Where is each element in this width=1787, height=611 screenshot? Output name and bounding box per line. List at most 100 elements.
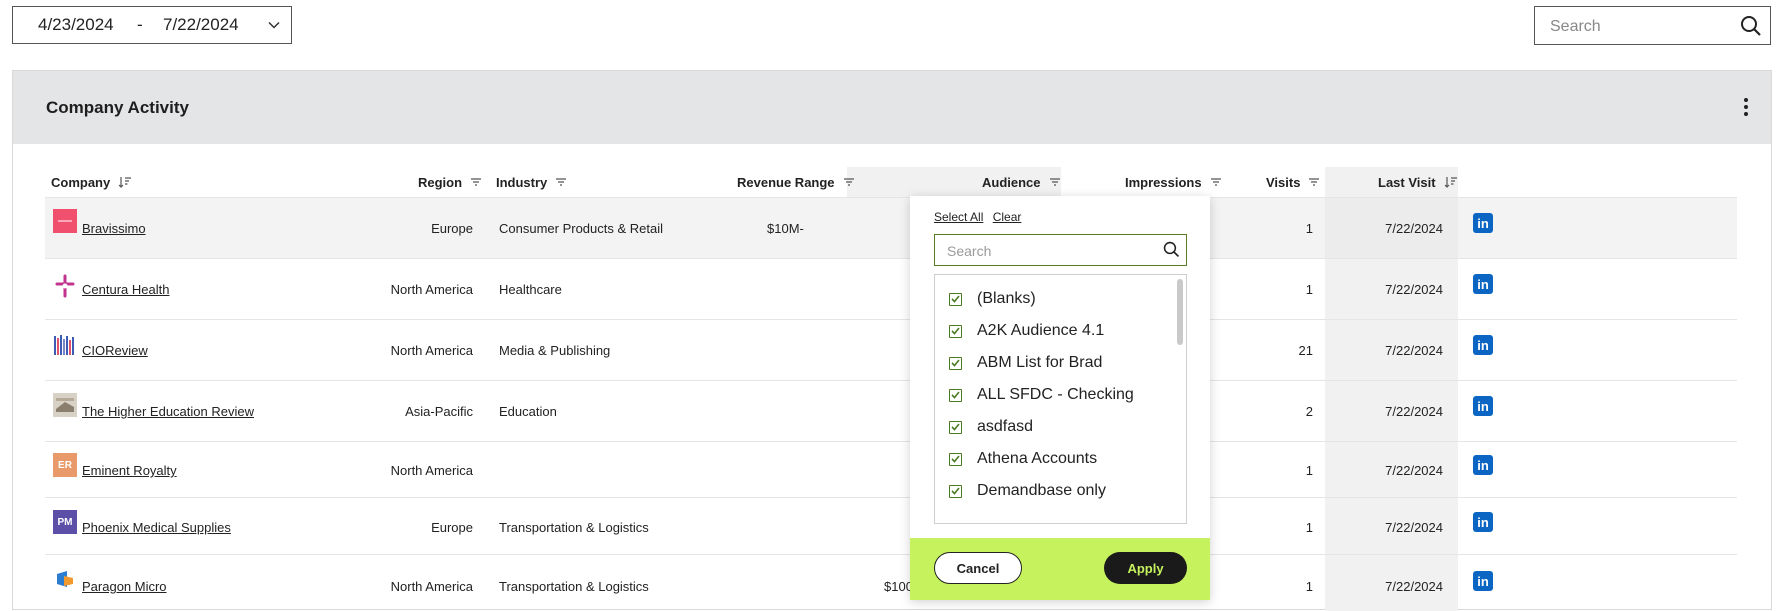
linkedin-icon[interactable]: in	[1473, 335, 1493, 355]
filter-option[interactable]: ABM List for Brad	[949, 354, 1102, 372]
checkbox-checked-icon[interactable]	[949, 484, 962, 498]
filter-icon[interactable]	[555, 177, 567, 187]
row-divider	[45, 380, 1737, 381]
apply-button[interactable]: Apply	[1104, 552, 1187, 584]
date-start: 4/23/2024	[38, 15, 114, 34]
filter-option-label: ALL SFDC - Checking	[977, 386, 1134, 403]
column-header-revenue[interactable]: Revenue Range	[737, 167, 855, 197]
search-input[interactable]	[1535, 7, 1752, 46]
column-header-region[interactable]: Region	[418, 167, 482, 197]
company-logo	[53, 239, 77, 263]
last-visit-cell: 7/22/2024	[1385, 282, 1443, 297]
company-activity-card: Company Activity Company Region Industry…	[12, 70, 1772, 611]
company-logo	[53, 568, 77, 592]
industry-cell: Consumer Products & Retail	[499, 221, 664, 236]
region-cell: Europe	[431, 221, 473, 236]
checkbox-checked-icon[interactable]	[949, 388, 962, 402]
industry-cell: Education	[499, 404, 557, 419]
clear-link[interactable]: Clear	[993, 210, 1022, 224]
region-cell: North America	[390, 463, 473, 478]
sort-icon[interactable]	[1444, 176, 1458, 188]
filter-option[interactable]: Demandbase only	[949, 482, 1106, 500]
last-visit-cell: 7/22/2024	[1385, 221, 1443, 236]
company-name-link[interactable]: The Higher Education Review	[82, 404, 254, 419]
column-header-audience[interactable]: Audience	[982, 167, 1061, 197]
company-name-link[interactable]: Bravissimo	[82, 221, 146, 236]
global-search[interactable]	[1534, 6, 1771, 46]
visits-cell: 2	[1305, 404, 1313, 419]
filter-option[interactable]: A2K Audience 4.1	[949, 322, 1104, 340]
filter-icon[interactable]	[843, 177, 855, 187]
row-divider	[45, 497, 1737, 498]
industry-cell: Media & Publishing	[499, 343, 611, 358]
more-options-icon[interactable]	[1743, 97, 1749, 122]
sort-icon[interactable]	[118, 176, 132, 188]
region-cell: Europe	[431, 520, 473, 535]
linkedin-icon[interactable]: in	[1473, 512, 1493, 532]
company-name-link[interactable]: CIOReview	[82, 343, 148, 358]
last-visit-cell: 7/22/2024	[1385, 343, 1443, 358]
filter-icon[interactable]	[1308, 177, 1320, 187]
column-header-last-visit[interactable]: Last Visit	[1378, 167, 1458, 197]
company-logo: PM	[53, 510, 77, 534]
visits-cell: 1	[1305, 520, 1313, 535]
checkbox-checked-icon[interactable]	[949, 324, 962, 338]
filter-option[interactable]: (Blanks)	[949, 290, 1036, 308]
filter-option-label: Athena Accounts	[977, 450, 1098, 467]
date-end: 7/22/2024	[163, 15, 239, 34]
company-name-link[interactable]: Centura Health	[82, 282, 169, 297]
chevron-down-icon[interactable]	[267, 17, 281, 37]
row-divider	[45, 319, 1737, 320]
filter-icon[interactable]	[1049, 177, 1061, 187]
visits-cell: 1	[1305, 463, 1313, 478]
company-name-link[interactable]: Phoenix Medical Supplies	[82, 520, 231, 535]
search-icon[interactable]	[1740, 15, 1762, 42]
checkbox-checked-icon[interactable]	[949, 420, 962, 434]
audience-filter-popup: Select All Clear (Blanks) A2K Audience 4…	[910, 196, 1210, 600]
filter-icon[interactable]	[1210, 177, 1222, 187]
checkbox-checked-icon[interactable]	[949, 292, 962, 306]
visits-cell: 21	[1298, 343, 1313, 358]
filter-options-list[interactable]: (Blanks) A2K Audience 4.1 ABM List for B…	[934, 274, 1187, 524]
company-name-link[interactable]: Eminent Royalty	[82, 463, 177, 478]
filter-option-label: Demandbase only	[977, 482, 1106, 499]
filter-option[interactable]: ALL SFDC - Checking	[949, 386, 1134, 404]
column-header-visits[interactable]: Visits	[1266, 167, 1320, 197]
filter-quick-actions: Select All Clear	[934, 210, 1027, 224]
date-range-picker[interactable]: 4/23/2024 - 7/22/2024	[12, 6, 292, 44]
visits-cell: 1	[1305, 282, 1313, 297]
filter-search-input[interactable]	[935, 235, 1164, 267]
filter-option[interactable]: Athena Accounts	[949, 450, 1097, 468]
cancel-button[interactable]: Cancel	[934, 552, 1022, 584]
linkedin-icon[interactable]: in	[1473, 274, 1493, 294]
company-logo	[53, 393, 77, 417]
linkedin-icon[interactable]: in	[1473, 571, 1493, 591]
region-cell: Asia-Pacific	[405, 404, 473, 419]
company-name-link[interactable]: Paragon Micro	[82, 579, 167, 594]
filter-option-label: ABM List for Brad	[977, 354, 1103, 371]
column-header-company[interactable]: Company	[51, 167, 132, 197]
last-visit-cell: 7/22/2024	[1385, 520, 1443, 535]
filter-search[interactable]	[934, 234, 1187, 267]
company-logo	[53, 333, 77, 357]
visits-cell: 1	[1305, 579, 1313, 594]
checkbox-checked-icon[interactable]	[949, 452, 962, 466]
filter-icon[interactable]	[470, 177, 482, 187]
visits-cell: 1	[1305, 221, 1313, 236]
company-logo: ER	[53, 453, 77, 477]
linkedin-icon[interactable]: in	[1473, 213, 1493, 233]
column-header-impressions[interactable]: Impressions	[1125, 167, 1222, 197]
linkedin-icon[interactable]: in	[1473, 455, 1493, 475]
linkedin-icon[interactable]: in	[1473, 396, 1493, 416]
filter-option[interactable]: asdfasd	[949, 418, 1033, 436]
checkbox-checked-icon[interactable]	[949, 356, 962, 370]
search-icon[interactable]	[1163, 241, 1180, 263]
region-cell: North America	[390, 282, 473, 297]
last-visit-cell: 7/22/2024	[1385, 579, 1443, 594]
row-divider	[45, 258, 1737, 259]
select-all-link[interactable]: Select All	[934, 210, 983, 224]
industry-cell: Transportation & Logistics	[499, 579, 649, 594]
column-header-industry[interactable]: Industry	[496, 167, 567, 197]
scrollbar-thumb[interactable]	[1177, 279, 1183, 345]
card-title: Company Activity	[46, 98, 189, 117]
